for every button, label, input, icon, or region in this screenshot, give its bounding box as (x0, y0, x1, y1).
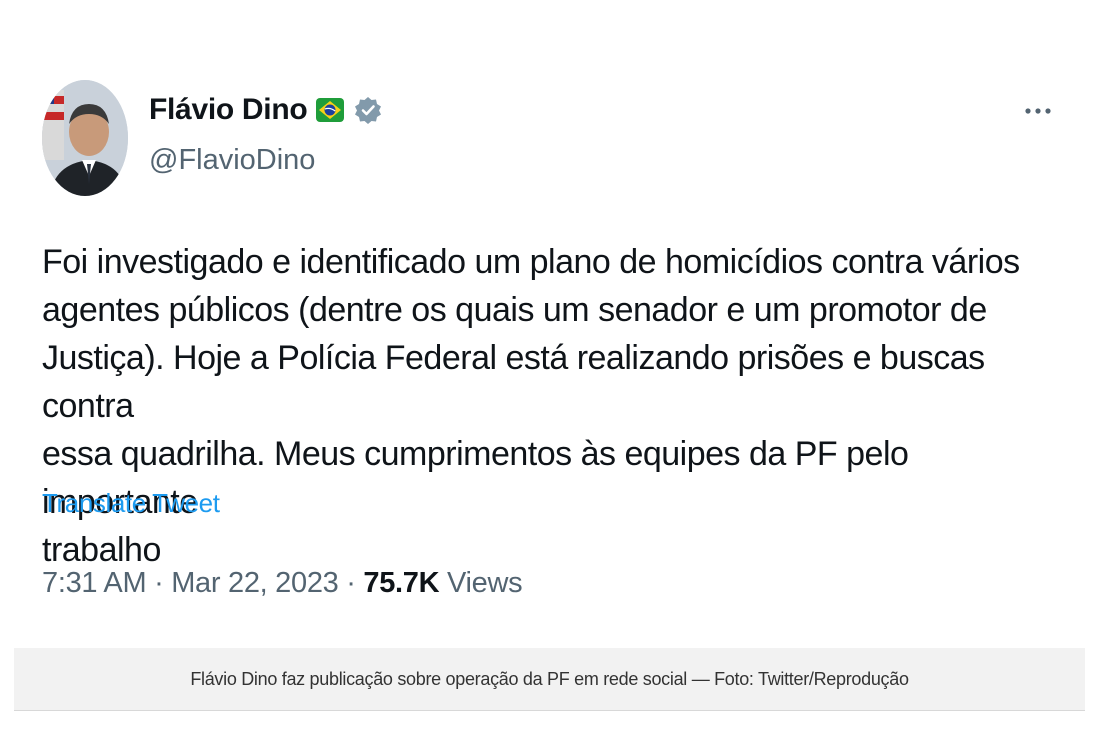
views-count: 75.7K (363, 567, 440, 599)
author-name[interactable]: Flávio Dino (149, 93, 308, 127)
image-caption: Flávio Dino faz publicação sobre operaçã… (14, 648, 1085, 711)
author-row: Flávio Dino (149, 93, 383, 127)
author-handle[interactable]: @FlavioDino (149, 144, 315, 177)
translate-tweet-link[interactable]: Translate Tweet (42, 488, 220, 519)
tweet-date[interactable]: Mar 22, 2023 (171, 567, 339, 599)
tweet-text: Foi investigado e identificado um plano … (42, 243, 1020, 569)
brazil-flag-icon (315, 95, 345, 125)
more-options-icon[interactable] (1018, 96, 1058, 126)
meta-separator: · (338, 567, 364, 599)
tweet-time[interactable]: 7:31 AM (42, 567, 147, 599)
views-label: Views (439, 567, 523, 599)
avatar-photo (42, 80, 128, 196)
tweet-metadata: 7:31 AM · Mar 22, 2023 · 75.7K Views (42, 567, 523, 600)
tweet-card: Flávio Dino @FlavioDino Foi investigado … (0, 0, 1085, 612)
avatar[interactable] (42, 80, 128, 196)
verified-badge-icon[interactable] (353, 95, 383, 125)
meta-separator: · (146, 567, 172, 599)
